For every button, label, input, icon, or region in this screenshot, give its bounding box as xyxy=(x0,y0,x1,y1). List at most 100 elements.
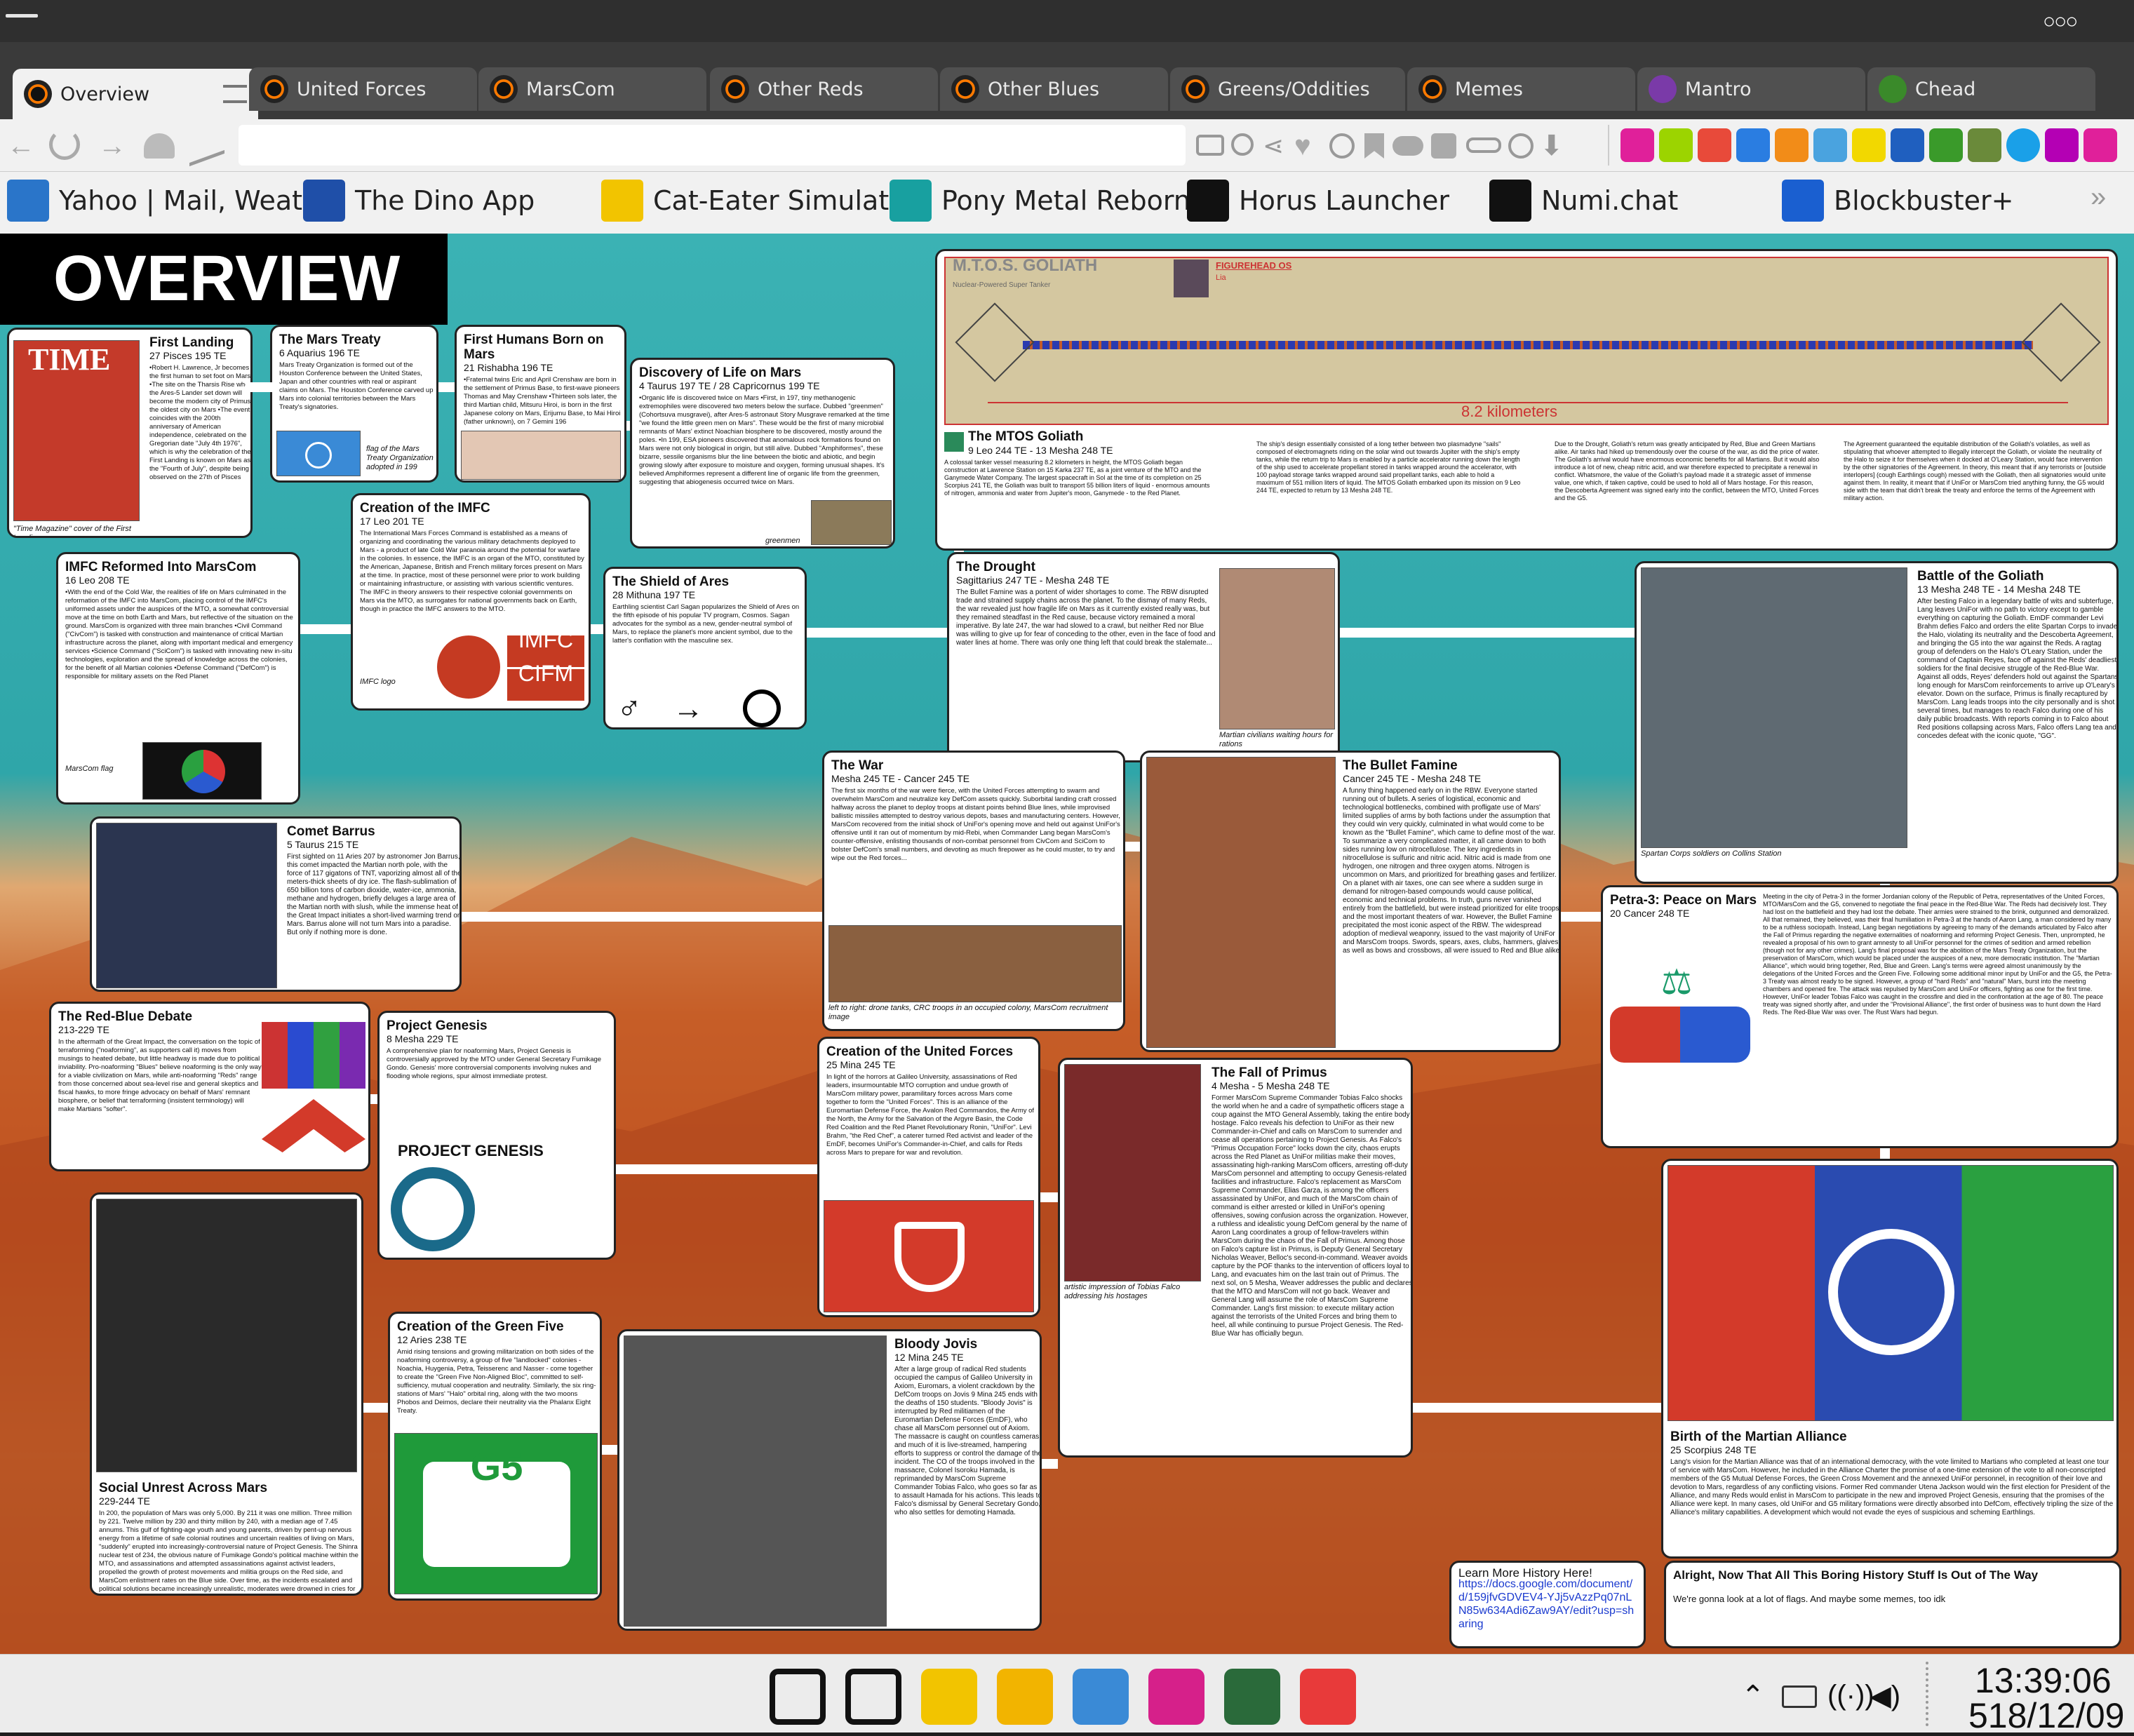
card-project-genesis: Project Genesis 8 Mesha 229 TE A comprehen… xyxy=(377,1011,616,1260)
bookmark-blockbuster[interactable]: Blockbuster+ xyxy=(1782,177,2014,224)
tab-label: United Forces xyxy=(297,78,427,100)
tab-memes[interactable]: Memes xyxy=(1407,67,1635,111)
tab-greens-oddities[interactable]: Greens/Oddities xyxy=(1170,67,1405,111)
tab-marscom[interactable]: MarsCom xyxy=(478,67,706,111)
power-icon[interactable] xyxy=(1508,133,1534,159)
download-icon[interactable]: ⬇ xyxy=(1540,132,1565,160)
scales-icon: ⚖ xyxy=(1660,962,1693,1002)
extension-8-icon[interactable] xyxy=(1891,128,1924,162)
timeline-connector xyxy=(462,912,822,922)
bookmark-horus-launcher[interactable]: Horus Launcher xyxy=(1187,177,1449,224)
extension-13-icon[interactable] xyxy=(2083,128,2117,162)
bookmark-cat-eater-simulator[interactable]: Cat-Eater Simulator xyxy=(601,177,916,224)
telescope-icon[interactable] xyxy=(189,125,224,167)
bookmark-numi-chat[interactable]: Numi.chat xyxy=(1489,177,1678,224)
card-martian-alliance: Birth of the Martian Alliance 25 Scorpius… xyxy=(1661,1159,2119,1559)
timeline-connector xyxy=(602,1445,617,1455)
card-alright: Alright, Now That All This Boring Histor… xyxy=(1664,1561,2121,1648)
cloud-icon[interactable] xyxy=(1393,136,1423,156)
slack-icon[interactable] xyxy=(1300,1669,1356,1725)
history-icon[interactable] xyxy=(1329,133,1355,159)
card-text: The Drought Sagittarius 247 TE - Mesha 24… xyxy=(956,560,1216,647)
volume-icon[interactable]: ◀) xyxy=(1870,1680,1900,1712)
card-date: 229-244 TE xyxy=(99,1495,150,1507)
extension-11-icon[interactable] xyxy=(2006,128,2040,162)
learn-more-label: Learn More History Here! xyxy=(1458,1566,1592,1580)
history-doc-link[interactable]: https://docs.google.com/document/d/159jf… xyxy=(1458,1577,1637,1631)
card-date: 17 Leo 201 TE xyxy=(360,516,424,527)
goliath-photo xyxy=(944,432,964,452)
handshake-icon xyxy=(1610,1007,1750,1063)
keyboard-icon[interactable] xyxy=(1782,1685,1817,1708)
card-body: A funny thing happened early on in the R… xyxy=(1343,787,1561,955)
tab-mantro[interactable]: Mantro xyxy=(1637,67,1865,111)
extension-7-icon[interactable] xyxy=(1852,128,1886,162)
minimize-icon[interactable] xyxy=(6,14,38,18)
card-title: Alright, Now That All This Boring Histor… xyxy=(1673,1568,2039,1582)
tab-overview[interactable]: Overview xyxy=(13,69,258,119)
extension-9-icon[interactable] xyxy=(1929,128,1963,162)
extension-12-icon[interactable] xyxy=(2045,128,2079,162)
card-image xyxy=(96,1199,357,1472)
glasses-icon[interactable] xyxy=(1466,137,1501,153)
extension-10-icon[interactable] xyxy=(1968,128,2001,162)
bookmarks-overflow-icon[interactable]: » xyxy=(2091,182,2106,213)
menu-icon[interactable] xyxy=(770,1669,826,1725)
back-icon[interactable]: ← xyxy=(7,132,38,160)
share-icon[interactable]: ⋖ xyxy=(1263,133,1288,159)
card-body: •With the end of the Cold War, the reali… xyxy=(65,588,293,680)
search-icon[interactable] xyxy=(1231,133,1254,156)
extension-1-icon[interactable] xyxy=(1620,128,1654,162)
bookmark-the-dino-app[interactable]: The Dino App xyxy=(303,177,535,224)
card-text: Social Unrest Across Mars 229-244 TE In 20… xyxy=(99,1481,358,1594)
chat-icon[interactable] xyxy=(1196,135,1224,156)
page-title-banner: OVERVIEW xyxy=(0,234,448,325)
shield-of-ares-icon xyxy=(743,689,781,727)
chevron-up-icon[interactable]: ⌃ xyxy=(1741,1680,1765,1712)
timeline-connector xyxy=(246,382,272,392)
forward-icon[interactable]: → xyxy=(98,132,129,160)
calculator-icon[interactable] xyxy=(1224,1669,1280,1725)
tab-other-reds[interactable]: Other Reds xyxy=(710,67,938,111)
image-caption: flag of the Mars Treaty Organization ado… xyxy=(366,445,434,471)
bookmark-yahoo-mail-weat[interactable]: Yahoo | Mail, Weat... xyxy=(7,177,328,224)
puzzle-icon[interactable] xyxy=(1431,133,1456,159)
store-icon[interactable] xyxy=(997,1669,1053,1725)
bookmark-pony-metal-reborn[interactable]: Pony Metal Reborn xyxy=(890,177,1190,224)
image-caption: Spartan Corps soldiers on Collins Statio… xyxy=(1641,849,1782,858)
card-green-five: Creation of the Green Five 12 Aries 238 T… xyxy=(388,1312,602,1601)
more-horizontal-icon[interactable]: ○○○ xyxy=(2043,10,2085,33)
address-bar[interactable] xyxy=(239,125,1186,166)
tab-united-forces[interactable]: United Forces xyxy=(249,67,477,111)
tab-other-blues[interactable]: Other Blues xyxy=(940,67,1168,111)
extension-6-icon[interactable] xyxy=(1813,128,1847,162)
card-date: 21 Rishabha 196 TE xyxy=(464,362,553,373)
card-petra3: Petra-3: Peace on Mars 20 Cancer 248 TE Me… xyxy=(1601,885,2119,1148)
extension-4-icon[interactable] xyxy=(1736,128,1770,162)
folder-icon[interactable] xyxy=(921,1669,977,1725)
card-body: In light of the horrors at Galileo Unive… xyxy=(826,1073,1035,1157)
mto-emblem-icon xyxy=(305,442,332,469)
browser-icon[interactable] xyxy=(1148,1669,1204,1725)
tab-chead[interactable]: Chead xyxy=(1867,67,2095,111)
search-icon[interactable] xyxy=(845,1669,901,1725)
card-creation-imfc: Creation of the IMFC 17 Leo 201 TE The Int… xyxy=(351,493,591,711)
card-body: •Fraternal twins Eric and April Crenshaw… xyxy=(464,376,621,426)
card-discovery-life: Discovery of Life on Mars 4 Taurus 197 TE… xyxy=(630,358,895,549)
length-label: 8.2 kilometers xyxy=(1461,403,1557,420)
heart-icon[interactable]: ♥ xyxy=(1294,132,1322,160)
tab-menu-icon[interactable] xyxy=(223,85,247,103)
extension-2-icon[interactable] xyxy=(1659,128,1693,162)
reload-icon[interactable] xyxy=(49,129,80,160)
home-icon[interactable] xyxy=(144,133,175,159)
wifi-icon[interactable]: ((·)) xyxy=(1827,1680,1874,1711)
paint-icon[interactable] xyxy=(1073,1669,1129,1725)
tab-favicon-icon xyxy=(1879,75,1907,103)
bookmark-icon[interactable] xyxy=(1364,133,1384,159)
extension-5-icon[interactable] xyxy=(1775,128,1808,162)
extension-3-icon[interactable] xyxy=(1698,128,1731,162)
card-image xyxy=(1667,1165,2114,1421)
card-image: PROJECT GENESIS xyxy=(384,1104,612,1255)
taskbar-divider xyxy=(1926,1662,1928,1726)
figurehead-avatar xyxy=(1174,260,1209,297)
